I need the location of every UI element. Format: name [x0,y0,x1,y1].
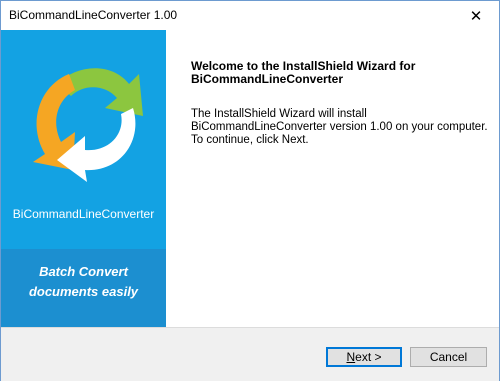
next-button[interactable]: Next > [326,347,402,367]
window-title: BiCommandLineConverter 1.00 [9,8,178,22]
close-button[interactable]: ✕ [453,1,499,30]
body-line-1: The InstallShield Wizard will install [191,108,367,120]
tagline-line-2: documents easily [28,284,139,299]
close-icon: ✕ [469,7,483,25]
next-label: ext > [355,350,382,364]
welcome-heading-line-2: BiCommandLineConverter [191,72,344,86]
product-name: BiCommandLineConverter [12,207,155,221]
body-line-2: BiCommandLineConverter version 1.00 on y… [191,121,488,133]
circular-arrows-icon [17,44,152,184]
button-bar: Next > Cancel [1,327,499,381]
title-bar[interactable]: BiCommandLineConverter 1.00 ✕ [1,1,499,30]
welcome-heading: Welcome to the InstallShield Wizard for … [191,60,491,86]
welcome-body: The InstallShield Wizard will install Bi… [191,108,491,147]
body-line-3: To continue, click Next. [191,134,309,146]
cancel-button[interactable]: Cancel [410,347,487,367]
sidebar-banner: BiCommandLineConverter Batch Convert doc… [1,30,166,327]
tagline: Batch Convert documents easily [1,262,166,302]
installer-window: BiCommandLineConverter 1.00 ✕ BiCommandL… [0,0,500,381]
next-mnemonic: N [346,350,356,364]
cancel-label: Cancel [429,350,468,364]
tagline-line-1: Batch Convert [39,264,128,279]
